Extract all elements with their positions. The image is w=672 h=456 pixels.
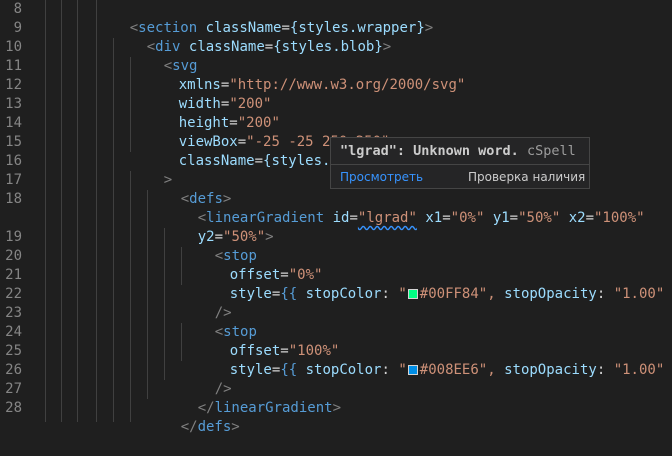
indent-guide <box>61 0 62 422</box>
line-number: 13 <box>5 96 22 112</box>
token-equals: = <box>254 153 264 169</box>
indent-guide <box>113 38 114 422</box>
code-line-8[interactable]: <section className={styles.wrapper}> <box>96 0 433 36</box>
token-property: stopOpacity <box>504 362 597 378</box>
code-line-23[interactable]: <stop <box>181 304 257 340</box>
code-line-11[interactable]: xmlns="http://www.w3.org/2000/svg" <box>145 57 466 93</box>
hover-source: cSpell <box>526 143 576 159</box>
code-line-14[interactable]: viewBox="-25 -25 250 250" <box>145 114 390 150</box>
token-colon: : <box>381 362 390 378</box>
code-line-12[interactable]: width="200" <box>145 76 272 112</box>
token-attribute: className <box>178 153 255 169</box>
code-line-25[interactable]: style={{ stopColor: " #008EE6", stopOpaci… <box>196 342 672 378</box>
token-string: " <box>398 362 407 378</box>
token-brace: {{ <box>280 362 298 378</box>
token-string: "0%" <box>450 210 485 226</box>
token-property: stopColor <box>305 286 382 302</box>
line-number: 11 <box>5 58 22 74</box>
line-number: 9 <box>13 20 22 36</box>
code-line-28[interactable]: </defs> <box>147 399 240 435</box>
token-bracket: </ <box>180 419 198 435</box>
code-line-18[interactable]: <linearGradient id="lgrad" x1="0%" y1="5… <box>164 190 645 226</box>
line-number: 20 <box>5 248 22 264</box>
color-swatch-green[interactable] <box>407 289 418 299</box>
line-number: 28 <box>5 400 22 416</box>
check-availability-link[interactable]: Проверка наличия <box>468 170 585 184</box>
code-line-13[interactable]: height="200" <box>145 95 280 131</box>
line-number: 21 <box>5 267 22 283</box>
line-number: 15 <box>5 134 22 150</box>
token-attribute: x1 <box>425 210 443 226</box>
code-line-16[interactable]: > <box>130 152 172 188</box>
color-swatch-blue[interactable] <box>407 365 418 375</box>
code-line-26[interactable]: /> <box>181 361 232 397</box>
indent-guide <box>45 0 46 422</box>
token-expression: {styles.blob} <box>273 39 383 55</box>
token-string: "100%" <box>594 210 645 226</box>
token-attribute: style <box>229 362 272 378</box>
token-colon: : <box>381 286 390 302</box>
line-number: 24 <box>5 324 22 340</box>
code-line-22[interactable]: /> <box>181 285 232 321</box>
hover-divider <box>331 164 589 165</box>
token-string: "1.00" <box>613 286 665 302</box>
line-number: 14 <box>5 115 22 131</box>
spell-check-hover: "lgrad": Unknown word. cSpell Просмотрет… <box>330 137 590 189</box>
token-attribute: style <box>229 286 272 302</box>
token-bracket: > <box>265 229 274 245</box>
token-equals: = <box>264 39 274 55</box>
line-number: 16 <box>5 153 22 169</box>
token-property: stopOpacity <box>504 286 597 302</box>
token-attribute: className <box>188 39 265 55</box>
code-line-20[interactable]: offset="0%" <box>196 247 323 283</box>
line-number: 22 <box>5 286 22 302</box>
code-line-17[interactable]: <defs> <box>147 171 232 207</box>
misspelled-word[interactable]: "lgrad" <box>358 210 417 226</box>
code-line-24[interactable]: offset="100%" <box>196 323 340 359</box>
token-string: " <box>398 286 407 302</box>
token-bracket: > <box>424 20 434 36</box>
token-property: stopColor <box>305 362 382 378</box>
code-line-18-wrap[interactable]: y2="50%"> <box>164 209 274 245</box>
code-line-27[interactable]: </linearGradient> <box>164 380 341 416</box>
line-number: 23 <box>5 305 22 321</box>
line-number: 17 <box>5 172 22 188</box>
code-editor[interactable]: 8 9 10 11 12 13 14 15 16 17 18 19 20 21 … <box>0 0 672 435</box>
token-string: ", <box>478 362 496 378</box>
token-tag: defs <box>197 419 232 435</box>
token-string: ", <box>478 286 496 302</box>
line-number: 12 <box>5 77 22 93</box>
token-string: "50%" <box>518 210 561 226</box>
token-string: "1.00" <box>613 362 665 378</box>
line-number-gutter: 8 9 10 11 12 13 14 15 16 17 18 19 20 21 … <box>0 0 34 422</box>
hover-message: "lgrad": Unknown word. cSpell <box>340 143 576 159</box>
token-attribute: id <box>332 210 350 226</box>
line-number: 18 <box>5 191 22 207</box>
line-number: 25 <box>5 343 22 359</box>
token-string: #00FF84 <box>419 286 479 302</box>
token-brace: {{ <box>280 286 298 302</box>
token-bracket: > <box>231 419 240 435</box>
line-number: 27 <box>5 381 22 397</box>
hover-message-text: "lgrad": Unknown word. <box>340 143 519 159</box>
peek-problem-link[interactable]: Просмотреть <box>340 170 423 184</box>
line-number: 10 <box>5 39 22 55</box>
code-line-10[interactable]: <svg <box>130 38 198 74</box>
code-line-9[interactable]: <div className={styles.blob}> <box>113 19 391 55</box>
indent-guide <box>96 0 97 422</box>
indent-guide <box>77 0 78 422</box>
token-bracket: > <box>382 39 392 55</box>
line-number: 8 <box>13 1 22 17</box>
token-string: #008EE6 <box>419 362 479 378</box>
token-bracket: > <box>332 400 342 416</box>
line-number: 19 <box>5 229 22 245</box>
code-line-21[interactable]: style={{ stopColor: " #00FF84", stopOpaci… <box>196 266 672 302</box>
code-line-19[interactable]: <stop <box>181 228 257 264</box>
token-attribute: x2 <box>568 210 586 226</box>
token-attribute: y1 <box>492 210 510 226</box>
line-number: 26 <box>5 362 22 378</box>
